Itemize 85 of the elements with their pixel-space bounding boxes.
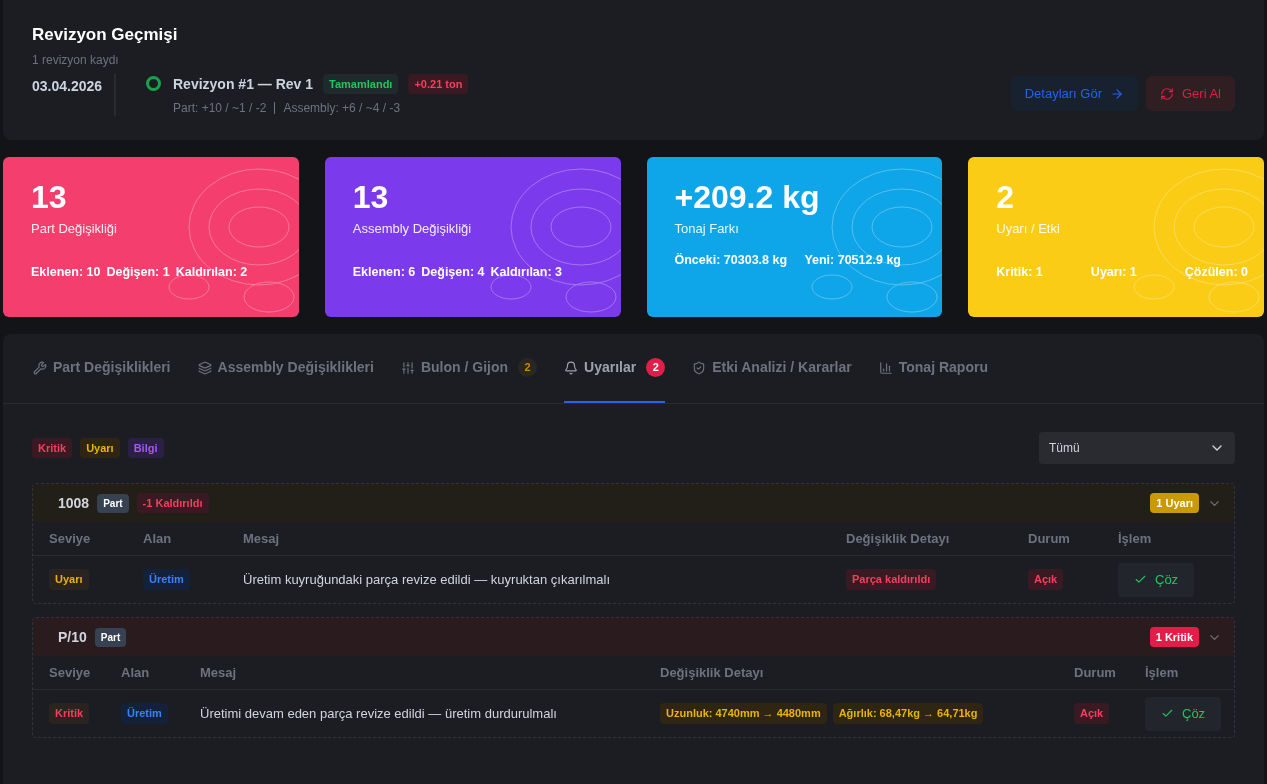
layers-icon [197, 360, 212, 375]
detail-tag: Uzunluk: 4740mm → 4480mm [660, 703, 827, 724]
stat-label: Tonaj Farkı [674, 220, 740, 238]
tab[interactable]: Part Değişiklikleri [33, 334, 171, 403]
group-header[interactable]: P/10 Part 1 Kritik [33, 618, 1234, 656]
group-name: P/10 [58, 628, 87, 647]
column-header: Mesaj [243, 529, 281, 548]
stat-detail: Yeni: 70512.9 kg [804, 251, 902, 269]
filter-chip[interactable]: Uyarı [80, 437, 120, 459]
status-tag: Açık [1028, 569, 1064, 590]
type-tag: Part [97, 493, 129, 513]
type-tag: Part [94, 627, 127, 647]
column-header: Seviye [49, 529, 92, 548]
stat-detail: Kaldırılan: 2 [175, 263, 248, 281]
filter-chip[interactable]: Bilgi [127, 437, 164, 459]
area-tag: Üretim [121, 703, 168, 724]
stat-value: +209.2 kg [674, 178, 821, 217]
wrench-icon [33, 360, 47, 375]
arrow-right-icon [1110, 86, 1124, 101]
stat-detail: Eklenen: 6 [352, 263, 416, 281]
level-tag: Kritik [49, 703, 90, 724]
revision-date: 03.04.2026 [32, 77, 103, 94]
column-header: Değişiklik Detayı [660, 663, 765, 682]
column-header: İşlem [1145, 663, 1180, 682]
undo-button[interactable]: Geri Al [1146, 76, 1235, 111]
tab[interactable]: Bulon / Gijon 2 [400, 334, 538, 403]
tab-badge: 2 [646, 358, 666, 377]
tab[interactable]: Tonaj Raporu [878, 334, 988, 403]
assembly-summary: Assembly: +6 / ~4 / -3 [283, 100, 401, 116]
detail-tag: Ağırlık: 68,47kg → 64,71kg [832, 703, 984, 724]
check-icon [1161, 707, 1174, 720]
bar-chart-icon [878, 360, 893, 375]
revision-title: Revizyon #1 — Rev 1 [173, 74, 314, 94]
shield-icon [692, 360, 707, 375]
column-header: Mesaj [200, 663, 238, 682]
stat-detail: Eklenen: 10 [31, 263, 101, 281]
group-header[interactable]: 1008 Part -1 Kaldırıldı 1 Uyarı [33, 484, 1234, 522]
level-tag: Uyarı [49, 569, 89, 590]
area-tag: Üretim [143, 569, 190, 590]
stat-label: Assembly Değişikliği [352, 220, 473, 238]
column-header: İşlem [1118, 529, 1153, 548]
part-summary: Part: +10 / ~1 / -2 [173, 100, 267, 116]
column-header: Alan [121, 663, 151, 682]
bell-icon [564, 360, 579, 375]
column-header: Durum [1074, 663, 1117, 682]
stat-detail: Kritik: 1 [996, 263, 1043, 281]
tab[interactable]: Etki Analizi / Kararlar [692, 334, 852, 403]
stat-detail: Çözülen: 0 [1184, 263, 1248, 281]
stat-detail: Önceki: 70303.8 kg [674, 251, 789, 269]
stat-value: 2 [996, 178, 1016, 217]
details-button[interactable]: Detayları Gör [1010, 76, 1138, 111]
check-icon [1134, 573, 1147, 586]
status-badge: Tamamlandı [323, 73, 399, 94]
filter-select[interactable]: Tümü [1039, 432, 1235, 464]
column-header: Seviye [49, 663, 92, 682]
message-cell-text: Üretim kuyruğundaki parça revize edildi — kuyruktan çıkarılmalı [243, 570, 612, 589]
page-title: Revizyon Geçmişi [32, 24, 179, 46]
stat-value: 13 [31, 178, 68, 217]
stat-value: 13 [352, 178, 390, 217]
tonnage-badge: +0.21 ton [408, 73, 469, 94]
stat-label: Part Değişikliği [31, 220, 118, 238]
stat-label: Uyarı / Etki [996, 220, 1061, 238]
refresh-icon [1160, 86, 1174, 101]
sliders-icon [400, 360, 415, 375]
group-name: 1008 [58, 494, 90, 513]
column-header: Alan [143, 529, 173, 548]
count-badge: 1 Kritik [1149, 626, 1199, 648]
stat-detail: Değişen: 4 [421, 263, 485, 281]
tab[interactable]: Uyarılar 2 [564, 334, 666, 403]
tab-badge: 2 [518, 358, 538, 377]
resolve-button[interactable]: Çöz [1118, 562, 1195, 597]
stat-detail: Uyarı: 1 [1090, 263, 1137, 281]
tab[interactable]: Assembly Değişiklikleri [197, 334, 374, 403]
stat-detail: Kaldırılan: 3 [490, 263, 563, 281]
column-header: Değişiklik Detayı [846, 529, 951, 548]
detail-tag: Parça kaldırıldı [846, 569, 937, 590]
column-header: Durum [1028, 529, 1071, 548]
change-tag: -1 Kaldırıldı [136, 492, 209, 514]
filter-chip[interactable]: Kritik [32, 437, 73, 459]
resolve-button[interactable]: Çöz [1145, 696, 1222, 731]
stat-detail: Değişen: 1 [106, 263, 170, 281]
status-tag: Açık [1074, 703, 1110, 724]
revision-count: 1 revizyon kaydı [32, 51, 120, 68]
message-cell-text: Üretimi devam eden parça revize edildi — üretim durdurulmalı [200, 704, 558, 723]
count-badge: 1 Uyarı [1150, 492, 1199, 514]
